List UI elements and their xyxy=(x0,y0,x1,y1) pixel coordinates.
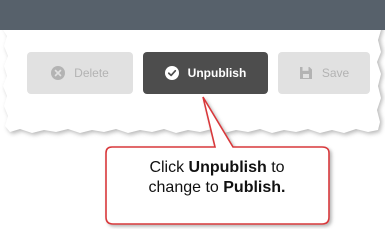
unpublish-button[interactable]: Unpublish xyxy=(143,52,268,94)
unpublish-button-label: Unpublish xyxy=(187,66,247,80)
callout-line-1-prefix: Click xyxy=(149,159,189,176)
callout-text: Click Unpublish to change to Publish. xyxy=(112,158,322,198)
floppy-disk-icon xyxy=(299,66,313,80)
save-button[interactable]: Save xyxy=(278,52,370,94)
screenshot-stage: Delete Unpublish Save Click Unpublish to… xyxy=(0,0,385,229)
callout-line-1-bold: Unpublish xyxy=(188,159,267,176)
x-circle-icon xyxy=(51,66,66,80)
delete-button[interactable]: Delete xyxy=(27,52,133,94)
delete-button-label: Delete xyxy=(74,66,109,80)
callout-line-1-suffix: to xyxy=(266,159,285,176)
callout-line-2-prefix: change to xyxy=(148,179,224,196)
check-circle-icon xyxy=(164,66,179,80)
callout-line-2: change to Publish. xyxy=(112,178,322,198)
callout-line-2-bold: Publish. xyxy=(223,179,286,196)
callout-line-1: Click Unpublish to xyxy=(112,158,322,178)
save-button-label: Save xyxy=(321,66,350,80)
